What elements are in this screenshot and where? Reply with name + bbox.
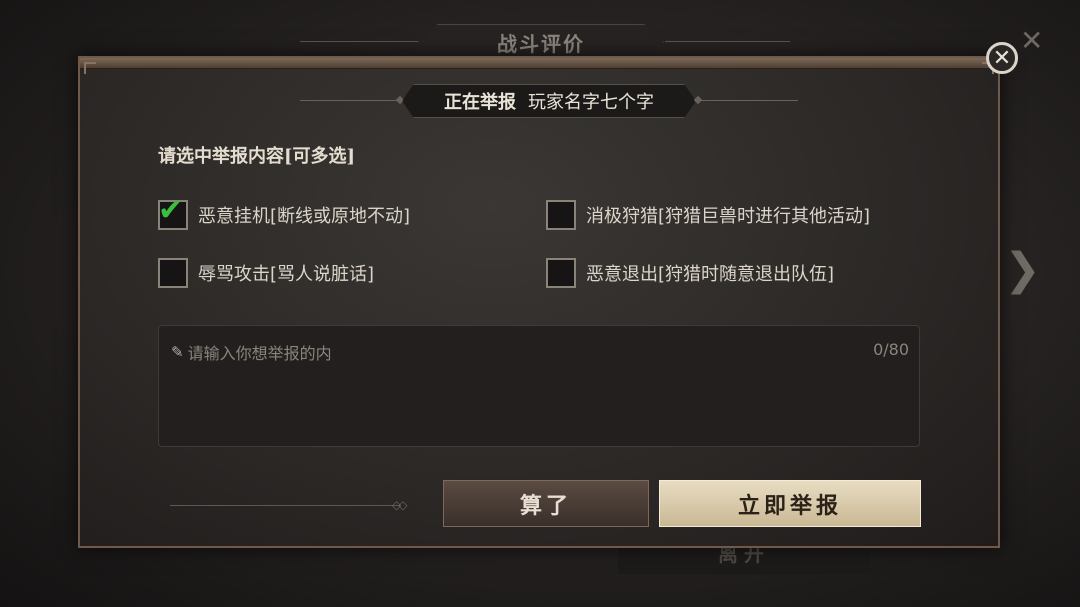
placeholder-text: 请输入你想举报的内 (187, 344, 332, 363)
pencil-icon: ✎ (171, 343, 184, 361)
report-header: 正在举报 玩家名字七个字 (402, 84, 696, 118)
close-button[interactable]: ✕ (986, 42, 1018, 74)
dialog-top-frame (80, 58, 998, 69)
header-line-left (300, 100, 400, 101)
report-header-label: 正在举报 (444, 92, 516, 113)
option-abuse[interactable]: 辱骂攻击[骂人说脏话] (158, 258, 374, 288)
checkbox-abuse[interactable] (158, 258, 188, 288)
section-title: 请选中举报内容[可多选] (158, 146, 356, 167)
footer-ornament: ◇◇ (392, 498, 408, 512)
bg-title: 战斗评价 (418, 24, 664, 60)
bg-close-icon: ✕ (1020, 24, 1044, 57)
header-line-right (698, 100, 798, 101)
option-label: 辱骂攻击[骂人说脏话] (198, 264, 375, 285)
cancel-button[interactable]: 算了 (443, 480, 649, 527)
option-quit[interactable]: 恶意退出[狩猎时随意退出队伍] (546, 258, 834, 288)
report-dialog (78, 56, 1000, 548)
chevron-right-icon[interactable]: ❯ (1004, 248, 1041, 292)
option-label: 恶意挂机[断线或原地不动] (198, 206, 411, 227)
option-label: 消极狩猎[狩猎巨兽时进行其他活动] (586, 206, 871, 227)
input-placeholder: ✎ 请输入你想举报的内 (171, 340, 332, 364)
submit-report-button[interactable]: 立即举报 (659, 480, 921, 527)
reported-player-name: 玩家名字七个字 (528, 92, 654, 113)
checkbox-afk[interactable]: ✔ (158, 194, 188, 230)
close-icon: ✕ (992, 45, 1012, 71)
char-counter: 0/80 (873, 340, 909, 359)
frame-corner-left (84, 62, 96, 74)
option-passive-hunting[interactable]: 消极狩猎[狩猎巨兽时进行其他活动] (546, 200, 870, 230)
option-afk[interactable]: ✔ 恶意挂机[断线或原地不动] (158, 194, 411, 230)
checkbox-quit[interactable] (546, 258, 576, 288)
option-label: 恶意退出[狩猎时随意退出队伍] (586, 264, 835, 285)
bg-title-line-left (300, 41, 418, 42)
footer-divider (170, 505, 400, 506)
checkmark-icon: ✔ (158, 193, 184, 228)
report-text-input[interactable]: ✎ 请输入你想举报的内 0/80 (158, 325, 920, 447)
checkbox-passive-hunting[interactable] (546, 200, 576, 230)
bg-title-line-right (665, 41, 790, 42)
